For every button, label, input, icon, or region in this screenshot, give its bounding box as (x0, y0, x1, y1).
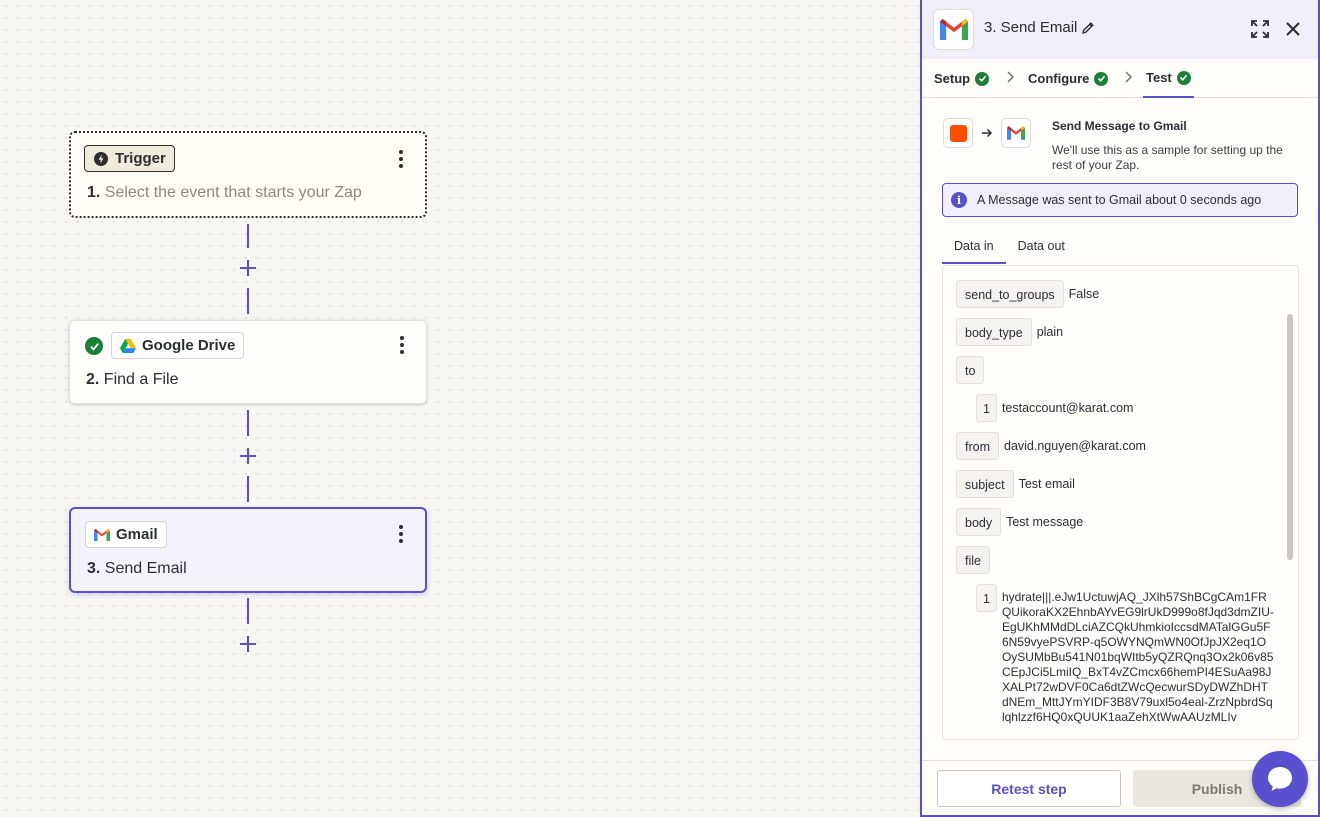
field-key: body_type (956, 318, 1032, 346)
tab-label: Configure (1028, 71, 1090, 86)
step-text: Send Email (104, 560, 187, 577)
chat-bubble-icon (1268, 767, 1292, 791)
tab-data-out[interactable]: Data out (1006, 230, 1077, 264)
expand-icon[interactable] (1250, 19, 1270, 39)
zapier-icon (943, 118, 973, 148)
field-key: send_to_groups (956, 280, 1064, 308)
chevron-right-icon (1125, 71, 1132, 83)
field-index: 1 (976, 584, 997, 612)
connector-line (247, 410, 249, 436)
gmail-badge: Gmail (85, 521, 167, 548)
trigger-badge-label: Trigger (115, 150, 166, 167)
step-number: 3. (87, 560, 101, 577)
step-text: Find a File (103, 371, 179, 388)
data-tabs: Data in Data out (942, 230, 1077, 264)
gmail-step-title: 3. Send Email (87, 560, 187, 578)
tab-test[interactable]: Test (1143, 59, 1194, 98)
panel-header: 3. Send Email (922, 0, 1318, 59)
sample-flow-icons (943, 118, 1031, 148)
field-key: subject (956, 470, 1014, 498)
info-icon: i (951, 192, 967, 208)
sample-title: Send Message to Gmail (1052, 119, 1187, 133)
step-number: 1. (87, 184, 101, 201)
field-row: 1 testaccount@karat.com (976, 394, 1133, 422)
drive-badge: Google Drive (111, 332, 245, 359)
pencil-edit-icon[interactable] (1080, 20, 1096, 36)
tab-configure[interactable]: Configure (1028, 59, 1109, 98)
tab-data-in[interactable]: Data in (942, 230, 1006, 264)
connector-line (247, 288, 249, 314)
panel-title: 3. Send Email (984, 19, 1078, 36)
step-number: 2. (86, 371, 100, 388)
check-circle-icon (1094, 71, 1109, 86)
gmail-app-icon (933, 9, 974, 50)
close-icon[interactable] (1284, 20, 1302, 38)
field-value: Test email (1018, 477, 1075, 491)
chat-support-button[interactable] (1252, 751, 1308, 807)
gmail-step-card[interactable]: Gmail 3. Send Email (69, 507, 427, 593)
trigger-badge: Trigger (84, 145, 175, 172)
field-row: from david.nguyen@karat.com (956, 432, 1146, 460)
scrollbar[interactable] (1287, 314, 1293, 560)
add-step-plus-icon[interactable] (238, 634, 258, 654)
field-row: body_type plain (956, 318, 1063, 346)
tab-label: Setup (934, 71, 971, 86)
field-key: to (956, 356, 985, 384)
add-step-plus-icon[interactable] (238, 446, 258, 466)
gmail-badge-label: Gmail (116, 526, 158, 543)
chevron-right-icon (1007, 71, 1014, 83)
check-circle-icon (975, 71, 990, 86)
drive-more-menu-icon[interactable] (392, 333, 412, 357)
drive-badge-label: Google Drive (142, 337, 236, 354)
trigger-step-title: 1. Select the event that starts your Zap (87, 184, 362, 202)
step-text: Select the event that starts your Zap (104, 184, 362, 201)
gmail-more-menu-icon[interactable] (391, 522, 411, 546)
tab-setup[interactable]: Setup (934, 59, 990, 98)
gmail-icon (94, 528, 110, 541)
connector-line (247, 598, 249, 624)
zap-canvas[interactable]: Trigger 1. Select the event that starts … (0, 0, 920, 817)
field-row: body Test message (956, 508, 1083, 536)
google-drive-icon (120, 338, 136, 353)
step-tabs: Setup Configure Test (922, 59, 1318, 98)
gmail-icon (1001, 118, 1031, 148)
field-value: False (1068, 287, 1100, 301)
field-row: to (956, 356, 985, 384)
add-step-plus-icon[interactable] (238, 258, 258, 278)
field-row: file (956, 546, 990, 574)
info-banner: i A Message was sent to Gmail about 0 se… (942, 183, 1298, 217)
field-row: 1 hydrate|||.eJw1UctuwjAQ_JXlh57ShBCgCAm… (976, 584, 1274, 725)
field-key: body (956, 508, 1002, 536)
check-circle-icon (85, 337, 103, 355)
connector-line (247, 224, 249, 248)
field-key: from (956, 432, 999, 460)
field-row: send_to_groups False (956, 280, 1099, 308)
field-value: david.nguyen@karat.com (1004, 439, 1146, 453)
sample-description: We'll use this as a sample for setting u… (1052, 143, 1283, 172)
field-row: subject Test email (956, 470, 1075, 498)
info-text: A Message was sent to Gmail about 0 seco… (977, 193, 1262, 207)
tab-label: Test (1146, 70, 1172, 85)
drive-step-card[interactable]: Google Drive 2. Find a File (69, 320, 427, 404)
retest-step-button[interactable]: Retest step (937, 770, 1121, 807)
field-key: file (956, 546, 990, 574)
arrow-right-icon (982, 128, 993, 138)
bolt-icon (94, 151, 108, 166)
check-circle-icon (1176, 70, 1191, 85)
connector-line (247, 476, 249, 502)
drive-step-title: 2. Find a File (86, 371, 179, 389)
trigger-step-card[interactable]: Trigger 1. Select the event that starts … (69, 131, 427, 218)
field-value: hydrate|||.eJw1UctuwjAQ_JXlh57ShBCgCAm1F… (1001, 590, 1274, 724)
step-editor-panel: 3. Send Email Setup Configure Test Send … (920, 0, 1320, 817)
field-index: 1 (976, 394, 997, 422)
field-value: testaccount@karat.com (1001, 401, 1134, 415)
field-value: plain (1036, 325, 1064, 339)
trigger-more-menu-icon[interactable] (391, 147, 411, 171)
data-in-list[interactable]: send_to_groups False body_type plain to … (942, 265, 1299, 740)
field-value: Test message (1006, 515, 1084, 529)
